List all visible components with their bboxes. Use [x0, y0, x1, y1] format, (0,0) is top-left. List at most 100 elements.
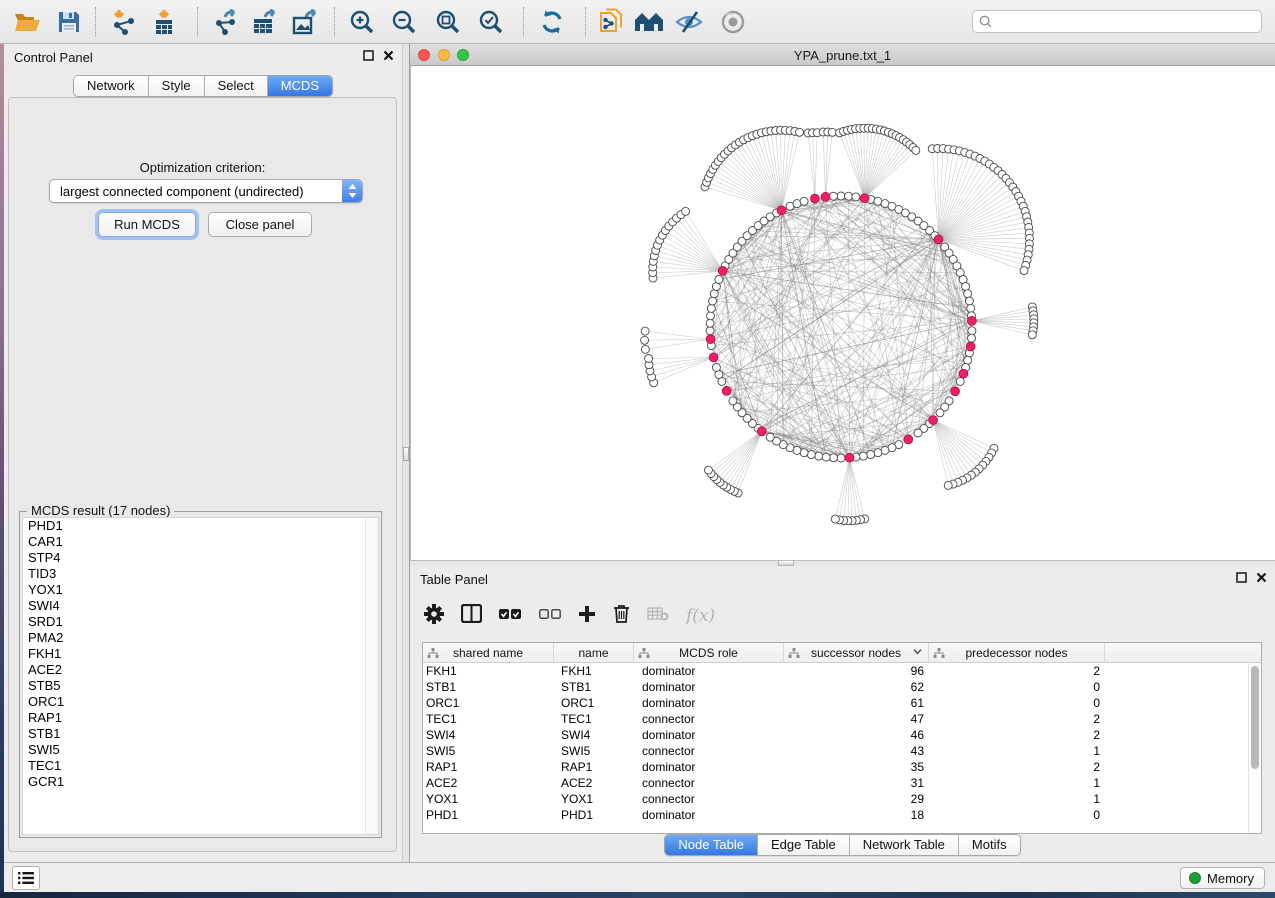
save-session-icon[interactable]	[54, 6, 84, 38]
mcds-result-item[interactable]: GCR1	[23, 774, 378, 790]
mcds-result-item[interactable]: SWI5	[23, 742, 378, 758]
tab-style[interactable]: Style	[149, 76, 205, 96]
application-window: Control Panel Optimization criterion: la…	[0, 0, 1275, 898]
tab-select[interactable]: Select	[205, 76, 268, 96]
mcds-result-item[interactable]: STB5	[23, 678, 378, 694]
mcds-result-item[interactable]: TEC1	[23, 758, 378, 774]
mcds-result-item[interactable]: STB1	[23, 726, 378, 742]
network-canvas[interactable]	[410, 66, 1275, 560]
mcds-result-item[interactable]: CAR1	[23, 534, 378, 550]
search-network-binoculars-icon[interactable]	[632, 6, 666, 38]
delete-column-trash-icon[interactable]	[613, 604, 630, 628]
import-network-icon[interactable]	[109, 6, 139, 38]
zoom-fit-icon[interactable]	[433, 6, 463, 38]
mcds-result-title: MCDS result (17 nodes)	[27, 503, 174, 518]
table-row[interactable]: SWI4SWI4dominator462	[423, 727, 1261, 743]
mcds-result-item[interactable]: SRD1	[23, 614, 378, 630]
column-header-MCDS-role[interactable]: MCDS role	[634, 643, 784, 663]
criterion-dropdown[interactable]: largest connected component (undirected)	[49, 179, 363, 203]
mcds-result-item[interactable]: ACE2	[23, 662, 378, 678]
table-row[interactable]: YOX1YOX1connector291	[423, 791, 1261, 807]
table-row[interactable]: ACE2ACE2connector311	[423, 775, 1261, 791]
tab-node-table[interactable]: Node Table	[665, 835, 758, 855]
mcds-result-item[interactable]: YOX1	[23, 582, 378, 598]
toolbar-separator	[95, 7, 96, 37]
search-input[interactable]	[997, 15, 1261, 29]
tab-motifs[interactable]: Motifs	[959, 835, 1020, 855]
splitter-grip[interactable]	[403, 447, 409, 461]
cell-name: STB1	[554, 679, 634, 695]
mcds-result-item[interactable]: FKH1	[23, 646, 378, 662]
import-table-icon[interactable]	[149, 6, 179, 38]
mcds-result-item[interactable]: PHD1	[23, 518, 378, 534]
show-columns-icon[interactable]	[461, 604, 482, 628]
settings-gear-icon[interactable]	[424, 604, 444, 629]
table-row[interactable]: STB1STB1dominator620	[423, 679, 1261, 695]
column-header-predecessor-nodes[interactable]: predecessor nodes	[929, 643, 1105, 663]
refresh-layout-icon[interactable]	[537, 6, 567, 38]
mcds-result-item[interactable]: STP4	[23, 550, 378, 566]
table-row[interactable]: FKH1FKH1dominator962	[423, 663, 1261, 679]
network-window-title: YPA_prune.txt_1	[410, 48, 1275, 63]
zoom-out-icon[interactable]	[389, 6, 419, 38]
add-column-icon[interactable]	[578, 605, 596, 628]
memory-status-icon	[1189, 872, 1201, 884]
close-panel-icon[interactable]	[1256, 572, 1267, 583]
search-field[interactable]	[972, 10, 1262, 33]
column-header-shared-name[interactable]: shared name	[423, 643, 554, 663]
cell-successor-nodes: 62	[784, 679, 929, 695]
mcds-list-scrollbar[interactable]	[365, 518, 378, 834]
hide-selected-eye-icon[interactable]	[674, 6, 704, 38]
cell-predecessor-nodes: 2	[929, 759, 1105, 775]
table-row[interactable]: ORC1ORC1dominator610	[423, 695, 1261, 711]
export-table-icon[interactable]	[249, 6, 281, 38]
table-row[interactable]: RAP1RAP1dominator352	[423, 759, 1261, 775]
float-panel-icon[interactable]	[1236, 572, 1247, 583]
show-all-eye-icon[interactable]	[718, 6, 748, 38]
zoom-selected-icon[interactable]	[476, 6, 506, 38]
column-header-successor-nodes[interactable]: successor nodes	[784, 643, 929, 663]
close-panel-icon[interactable]	[383, 50, 394, 61]
table-scrollbar[interactable]	[1248, 663, 1261, 833]
cell-successor-nodes: 18	[784, 807, 929, 823]
run-mcds-button[interactable]: Run MCDS	[98, 212, 196, 237]
deselect-all-icon[interactable]	[539, 607, 561, 625]
mcds-result-item[interactable]: ORC1	[23, 694, 378, 710]
tab-network-table[interactable]: Network Table	[850, 835, 959, 855]
task-history-button[interactable]	[12, 866, 40, 890]
column-header-name[interactable]: name	[554, 643, 634, 663]
open-session-icon[interactable]	[12, 6, 42, 38]
memory-button[interactable]: Memory	[1180, 867, 1265, 889]
export-image-icon[interactable]	[289, 6, 321, 38]
table-row[interactable]: TEC1TEC1connector472	[423, 711, 1261, 727]
export-network-icon[interactable]	[211, 6, 241, 38]
zoom-in-icon[interactable]	[347, 6, 377, 38]
cell-shared-name: ACE2	[423, 775, 554, 791]
mcds-result-item[interactable]: SWI4	[23, 598, 378, 614]
control-panel-tabs: NetworkStyleSelectMCDS	[4, 75, 402, 97]
cell-shared-name: ORC1	[423, 695, 554, 711]
cell-predecessor-nodes: 1	[929, 743, 1105, 759]
control-panel-title: Control Panel	[14, 50, 93, 65]
cell-shared-name: STB1	[423, 679, 554, 695]
cell-MCDS-role: dominator	[634, 695, 784, 711]
tab-edge-table[interactable]: Edge Table	[758, 835, 850, 855]
mcds-tab-content: Optimization criterion: largest connecte…	[8, 97, 397, 852]
mcds-result-item[interactable]: RAP1	[23, 710, 378, 726]
cell-MCDS-role: dominator	[634, 679, 784, 695]
close-panel-button[interactable]: Close panel	[208, 212, 312, 237]
table-row[interactable]: SWI5SWI5connector431	[423, 743, 1261, 759]
mcds-result-item[interactable]: PMA2	[23, 630, 378, 646]
select-all-icon[interactable]	[499, 607, 522, 625]
table-row[interactable]: PHD1PHD1dominator180	[423, 807, 1261, 823]
table-scrollbar-thumb[interactable]	[1251, 666, 1259, 769]
mcds-result-item[interactable]: TID3	[23, 566, 378, 582]
tab-mcds[interactable]: MCDS	[268, 76, 332, 96]
cell-MCDS-role: connector	[634, 791, 784, 807]
network-window-titlebar[interactable]: YPA_prune.txt_1	[410, 44, 1275, 66]
table-toolbar: f(x)	[424, 596, 715, 636]
tab-network[interactable]: Network	[74, 76, 149, 96]
float-panel-icon[interactable]	[363, 50, 374, 61]
vertical-splitter[interactable]	[402, 44, 410, 862]
document-share-icon[interactable]	[596, 6, 626, 38]
